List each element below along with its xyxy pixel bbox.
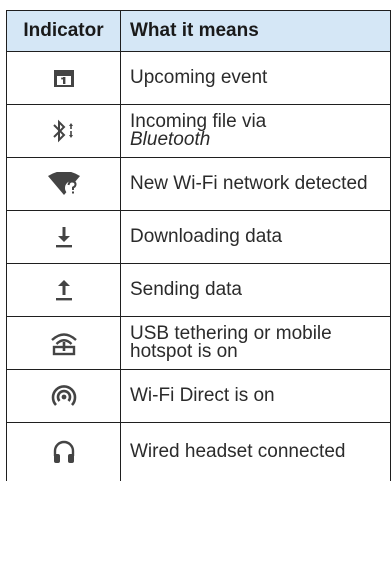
icon-cell [7,317,121,369]
icon-cell [7,264,121,316]
row-description: Downloading data [121,211,391,263]
row-description: Wi-Fi Direct is on [121,370,391,422]
table-row: USB tethering or mobile hotspot is on [7,317,391,370]
row-description: Incoming file via Bluetooth [121,105,391,157]
icon-cell [7,370,121,422]
row-description: USB tethering or mobile hotspot is on [121,317,391,369]
icon-cell [7,158,121,210]
table-row: Wi-Fi Direct is on [7,370,391,423]
calendar-icon [53,68,75,88]
usb-hotspot-icon [49,330,79,356]
table-row: Incoming file via Bluetooth [7,105,391,158]
table-row: New Wi-Fi network detected [7,158,391,211]
wifi-question-icon [47,172,81,196]
table-header-row: Indicator What it means [7,11,391,52]
icon-cell [7,211,121,263]
upload-icon [53,279,75,301]
row-description: Upcoming event [121,52,391,104]
row-description: New Wi-Fi network detected [121,158,391,210]
table-row: Sending data [7,264,391,317]
indicator-table: Indicator What it means Upcoming event I… [6,10,391,481]
wifi-direct-icon [50,383,78,409]
header-indicator: Indicator [7,11,121,51]
icon-cell [7,423,121,481]
row-description: Sending data [121,264,391,316]
download-icon [53,226,75,248]
table-row: Downloading data [7,211,391,264]
table-row: Upcoming event [7,52,391,105]
bluetooth-transfer-icon [51,119,77,143]
headset-icon [52,439,76,465]
row-description: Wired headset connected [121,423,391,481]
description-italic: Bluetooth [130,129,211,150]
table-row: Wired headset connected [7,423,391,481]
icon-cell [7,52,121,104]
header-meaning: What it means [121,11,391,51]
icon-cell [7,105,121,157]
